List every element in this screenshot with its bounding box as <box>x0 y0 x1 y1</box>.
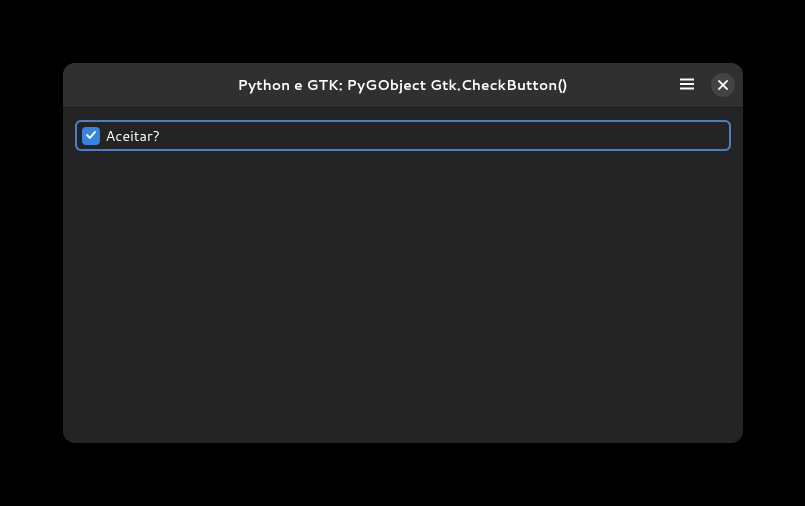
header-bar: Python e GTK: PyGObject Gtk.CheckButton(… <box>63 63 743 108</box>
window-content: Aceitar? <box>63 108 743 443</box>
hamburger-icon <box>679 76 695 95</box>
check-button[interactable]: Aceitar? <box>75 120 731 151</box>
checkmark-icon <box>85 124 97 147</box>
close-button[interactable] <box>711 73 735 97</box>
checkbox-label: Aceitar? <box>106 125 161 146</box>
close-icon <box>718 78 728 93</box>
checkbox-indicator <box>82 127 100 145</box>
application-window: Python e GTK: PyGObject Gtk.CheckButton(… <box>63 63 743 443</box>
menu-button[interactable] <box>675 73 699 97</box>
window-title: Python e GTK: PyGObject Gtk.CheckButton(… <box>238 75 568 95</box>
header-controls <box>675 73 735 97</box>
